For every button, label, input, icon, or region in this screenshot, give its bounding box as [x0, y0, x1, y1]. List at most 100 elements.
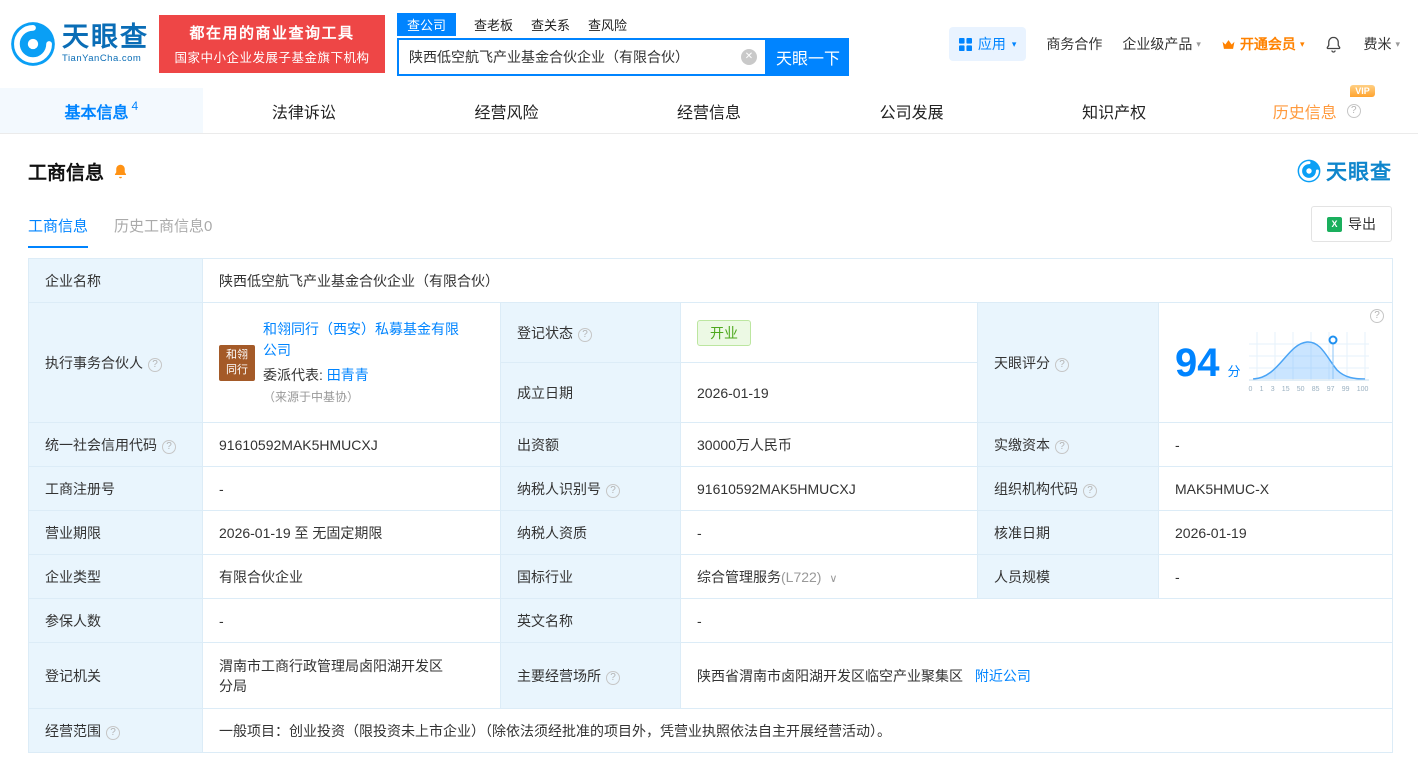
insured-count-label-cell: 参保人数 — [29, 599, 203, 643]
rep-label: 委派代表: — [263, 367, 323, 383]
english-name-value-cell: - — [681, 599, 1393, 643]
help-icon[interactable]: ? — [162, 440, 176, 454]
capital-value-cell: 30000万人民币 — [681, 423, 978, 467]
slogan-banner: 都在用的商业查询工具 国家中小企业发展子基金旗下机构 — [159, 15, 385, 73]
enterprise-products-menu[interactable]: 企业级产品 ▾ — [1122, 34, 1201, 54]
taxpayer-quality-value-cell: - — [681, 511, 978, 555]
subtab-business-info[interactable]: 工商信息 — [28, 215, 88, 248]
tab-intellectual-property[interactable]: 知识产权 — [1013, 88, 1216, 133]
business-info-table: 企业名称 陕西低空航飞产业基金合伙企业（有限合伙） 执行事务合伙人? 和翎同行 … — [28, 258, 1393, 753]
slogan-line1: 都在用的商业查询工具 — [165, 22, 379, 43]
tab-label: 经营信息 — [677, 99, 741, 123]
crown-icon — [1221, 37, 1236, 52]
business-scope-value-cell: 一般项目：创业投资（限投资未上市企业）（除依法须经批准的项目外，凭营业执照依法自… — [203, 709, 1393, 753]
industry-value-cell: 综合管理服务(L722) ∨ — [681, 555, 978, 599]
tab-label: 知识产权 — [1082, 99, 1146, 123]
help-icon[interactable]: ? — [1055, 440, 1069, 454]
help-icon[interactable]: ? — [1083, 484, 1097, 498]
partner-company-link[interactable]: 和翎同行（西安）私募基金有限公司 — [263, 321, 459, 358]
tab-legal-proceedings[interactable]: 法律诉讼 — [203, 88, 406, 133]
tab-basic-info[interactable]: 基本信息 4 — [0, 88, 203, 133]
help-icon[interactable]: ? — [1370, 309, 1384, 323]
tab-operating-info[interactable]: 经营信息 — [608, 88, 811, 133]
help-icon[interactable]: ? — [606, 484, 620, 498]
search-row: ✕ 天眼一下 — [397, 38, 849, 76]
reg-number-value-cell: - — [203, 467, 501, 511]
export-button[interactable]: X 导出 — [1311, 206, 1392, 242]
subscribe-bell-icon[interactable] — [112, 163, 129, 180]
apps-menu[interactable]: 应用 ▾ — [949, 27, 1027, 61]
tab-label: 基本信息 — [64, 99, 128, 123]
business-term-label-cell: 营业期限 — [29, 511, 203, 555]
section-header: 工商信息 天眼查 — [28, 156, 1392, 186]
tianyan-score-label-cell: 天眼评分? — [978, 303, 1159, 423]
subtab-row: 工商信息 历史工商信息0 X 导出 — [28, 206, 1392, 248]
apps-grid-icon — [959, 38, 972, 51]
search-tab-company[interactable]: 查公司 — [397, 13, 456, 36]
notifications-bell-icon[interactable] — [1324, 35, 1343, 54]
approval-date-value-cell: 2026-01-19 — [1159, 511, 1393, 555]
tianyancha-logo[interactable]: 天眼查 TianYanCha.com — [10, 21, 149, 67]
top-header: 天眼查 TianYanCha.com 都在用的商业查询工具 国家中小企业发展子基… — [0, 0, 1418, 88]
status-badge: 开业 — [697, 320, 751, 346]
search-tab-boss[interactable]: 查老板 — [474, 15, 513, 34]
tab-label: 法律诉讼 — [272, 99, 336, 123]
english-name-label-cell: 英文名称 — [501, 599, 681, 643]
user-name: 费米 — [1363, 34, 1391, 54]
business-term-value-cell: 2026-01-19 至 无固定期限 — [203, 511, 501, 555]
subtab-history-business-info[interactable]: 历史工商信息0 — [114, 215, 212, 248]
search-button[interactable]: 天眼一下 — [767, 38, 849, 76]
tab-history-info[interactable]: 历史信息 ? VIP — [1215, 88, 1418, 133]
user-menu[interactable]: 费米 ▾ — [1363, 34, 1400, 54]
org-code-value-cell: MAK5HMUC-X — [1159, 467, 1393, 511]
search-tab-relation[interactable]: 查关系 — [531, 15, 570, 34]
staff-size-label-cell: 人员规模 — [978, 555, 1159, 599]
search-input[interactable] — [407, 48, 741, 66]
clear-search-icon[interactable]: ✕ — [741, 49, 757, 65]
help-icon[interactable]: ? — [1347, 104, 1361, 118]
rep-name-link[interactable]: 田青青 — [327, 367, 369, 383]
business-place-value-cell: 陕西省渭南市卤阳湖开发区临空产业聚集区 附近公司 — [681, 643, 1393, 709]
establish-date-label-cell: 成立日期 — [501, 363, 681, 423]
nearby-companies-link[interactable]: 附近公司 — [975, 668, 1031, 684]
score-distribution-chart: 013 155085 9799100 — [1249, 332, 1369, 393]
taxpayer-id-label-cell: 纳税人识别号? — [501, 467, 681, 511]
reg-number-label-cell: 工商注册号 — [29, 467, 203, 511]
caret-down-icon: ▾ — [1395, 40, 1400, 49]
help-icon[interactable]: ? — [106, 726, 120, 740]
help-icon[interactable]: ? — [606, 671, 620, 685]
capital-label-cell: 出资额 — [501, 423, 681, 467]
tab-count-badge: 4 — [131, 99, 138, 113]
tab-company-development[interactable]: 公司发展 — [810, 88, 1013, 133]
help-icon[interactable]: ? — [578, 328, 592, 342]
help-icon[interactable]: ? — [1055, 358, 1069, 372]
chevron-down-icon[interactable]: ∨ — [829, 573, 837, 585]
score-curve-svg — [1249, 332, 1369, 382]
taxpayer-id-value-cell: 91610592MAK5HMUCXJ — [681, 467, 978, 511]
business-coop-link[interactable]: 商务合作 — [1046, 34, 1102, 54]
search-tab-risk[interactable]: 查风险 — [588, 15, 627, 34]
credit-code-value-cell: 91610592MAK5HMUCXJ — [203, 423, 501, 467]
credit-code-label-cell: 统一社会信用代码? — [29, 423, 203, 467]
insured-count-value-cell: - — [203, 599, 501, 643]
help-icon[interactable]: ? — [148, 358, 162, 372]
tianyan-score-value-cell: ? 94 分 — [1159, 303, 1393, 423]
tab-operating-risk[interactable]: 经营风险 — [405, 88, 608, 133]
open-vip-menu[interactable]: 开通会员 ▾ — [1221, 34, 1305, 54]
company-type-label-cell: 企业类型 — [29, 555, 203, 599]
search-box: ✕ — [397, 38, 767, 76]
tianyancha-company-page: 天眼查 TianYanCha.com 都在用的商业查询工具 国家中小企业发展子基… — [0, 0, 1418, 769]
watermark-brand-text: 天眼查 — [1326, 156, 1392, 186]
rep-source: （来源于中基协） — [263, 390, 359, 404]
reg-authority-label-cell: 登记机关 — [29, 643, 203, 709]
caret-down-icon: ▾ — [1300, 40, 1305, 49]
partner-logo-badge: 和翎同行 — [219, 345, 255, 381]
search-area: 查公司 查老板 查关系 查风险 ✕ 天眼一下 — [397, 12, 849, 76]
org-code-label-cell: 组织机构代码? — [978, 467, 1159, 511]
main-content: 工商信息 天眼查 工商信息 历史工商信息0 X — [0, 156, 1418, 769]
tab-label: 公司发展 — [880, 99, 944, 123]
caret-down-icon: ▾ — [1196, 40, 1201, 49]
business-scope-label-cell: 经营范围? — [29, 709, 203, 753]
export-label: 导出 — [1348, 214, 1376, 234]
logo-domain: TianYanCha.com — [62, 54, 149, 64]
